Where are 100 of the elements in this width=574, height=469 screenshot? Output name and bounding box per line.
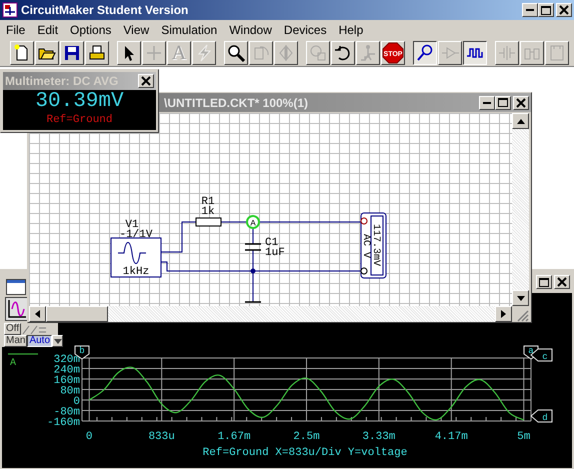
maximize-button[interactable]	[495, 96, 511, 110]
reset-tool[interactable]	[331, 40, 355, 64]
probe-tool[interactable]	[413, 40, 437, 64]
x-tick-label: 5m	[517, 431, 530, 443]
minimize-icon	[526, 9, 534, 11]
x-tick-label: 4.17m	[434, 431, 468, 443]
vertical-scrollbar[interactable]	[512, 113, 529, 306]
meter-reading: 30.39mV	[35, 90, 124, 114]
junction-dot	[250, 268, 256, 274]
probe-icon	[416, 44, 434, 62]
scroll-left-button[interactable]	[29, 306, 46, 322]
scroll-thumb[interactable]	[46, 306, 108, 322]
down-arrow-icon	[516, 296, 524, 300]
close-button[interactable]	[556, 3, 572, 17]
minimize-button[interactable]	[522, 3, 538, 17]
mirror-icon	[277, 44, 295, 62]
y-tick-label: 160m	[54, 375, 80, 387]
minimize-button[interactable]	[479, 96, 495, 110]
resistor[interactable]	[196, 218, 222, 226]
save-icon	[63, 44, 81, 62]
component-label: C1	[265, 237, 278, 249]
menu-item[interactable]: Help	[332, 22, 370, 36]
probe-marker[interactable]: A	[246, 215, 260, 229]
component-value: 1uF	[265, 247, 285, 259]
x-tick-label: 0	[86, 431, 93, 443]
chip-icon	[309, 44, 327, 62]
close-button[interactable]	[138, 74, 154, 88]
wire-icon	[145, 44, 163, 62]
print-icon	[88, 44, 106, 62]
y-tick-label: 80m	[60, 386, 80, 398]
off-button[interactable]: Off	[4, 323, 22, 335]
right-arrow-icon	[501, 310, 506, 318]
y-tick-label: 0	[73, 396, 80, 408]
bolt-icon	[195, 44, 213, 62]
rotate-icon	[252, 44, 270, 62]
maximize-icon	[498, 98, 508, 107]
scope-caption: Ref=Ground X=833u/Div Y=voltage	[202, 447, 408, 459]
component-value: -1/1V	[120, 229, 152, 241]
close-button[interactable]	[513, 96, 529, 110]
menu-item[interactable]: Simulation	[155, 22, 224, 36]
board-icon	[548, 44, 566, 62]
left-arrow-icon	[35, 310, 40, 318]
menu-item[interactable]: View	[117, 22, 156, 36]
y-tick-label: -80m	[54, 406, 80, 418]
minimize-icon	[483, 102, 491, 104]
zoom-tool[interactable]	[224, 40, 248, 64]
mode-button[interactable]: Man	[4, 335, 28, 347]
scroll-up-button[interactable]	[512, 113, 529, 129]
menu-item[interactable]: Window	[223, 22, 278, 36]
scroll-right-button[interactable]	[495, 306, 512, 322]
y-tick-label: -160m	[46, 417, 80, 429]
meter-mode: AC V	[360, 234, 371, 258]
maximize-icon	[541, 6, 551, 14]
menu-item[interactable]: Devices	[278, 22, 333, 36]
close-button[interactable]	[554, 275, 570, 289]
component-value: 1k	[201, 206, 215, 218]
cursor-marker[interactable]: d	[530, 410, 552, 423]
caret-icon	[54, 338, 62, 344]
close-icon	[557, 277, 567, 287]
menu-item[interactable]: File	[0, 22, 32, 36]
mode-button[interactable]: Auto	[27, 335, 52, 347]
window-icon[interactable]	[6, 279, 26, 295]
reset-icon	[334, 44, 352, 62]
close-icon	[141, 76, 151, 86]
open-tool[interactable]	[35, 40, 59, 64]
resize-grip-icon[interactable]	[517, 310, 529, 322]
voltmeter[interactable]	[360, 212, 386, 278]
x-tick-label: 1.67m	[218, 431, 251, 443]
maximize-button[interactable]	[536, 275, 552, 289]
x-tick-label: 2.5m	[293, 431, 320, 443]
sine-source[interactable]	[110, 238, 162, 278]
reference-label: Ref=Ground	[46, 114, 112, 127]
capacitor[interactable]	[244, 243, 262, 251]
print-tool[interactable]	[85, 40, 109, 64]
wave-tool[interactable]	[463, 40, 487, 64]
window-title: CircuitMaker Student Version	[21, 3, 190, 17]
app-icon	[2, 2, 18, 18]
new-tool[interactable]	[10, 40, 34, 64]
up-arrow-icon	[516, 118, 524, 124]
y-tick-label: 240m	[54, 364, 80, 376]
step-icon	[359, 44, 377, 62]
window-title: \UNTITLED.CKT* 100%(1)	[164, 96, 308, 110]
x-tick-label: 833u	[148, 431, 175, 443]
component-value: 1kHz	[122, 266, 150, 278]
dropdown-button[interactable]	[52, 335, 64, 347]
zoom-icon	[227, 44, 245, 62]
close-icon	[559, 5, 569, 15]
legend-label: A	[10, 358, 16, 369]
meter-reading: 117.3mV	[370, 224, 381, 266]
waveform-icon[interactable]	[5, 297, 29, 321]
arrow-tool[interactable]	[117, 40, 141, 64]
menu-item[interactable]: Options	[64, 22, 118, 36]
close-icon	[516, 98, 526, 108]
save-tool[interactable]	[60, 40, 84, 64]
horizontal-scrollbar[interactable]	[29, 306, 512, 322]
menu-item[interactable]: Edit	[31, 22, 64, 36]
parts-icon	[498, 44, 516, 62]
x-tick-label: 3.33m	[362, 431, 396, 443]
scroll-down-button[interactable]	[512, 290, 529, 306]
maximize-button[interactable]	[538, 3, 554, 17]
